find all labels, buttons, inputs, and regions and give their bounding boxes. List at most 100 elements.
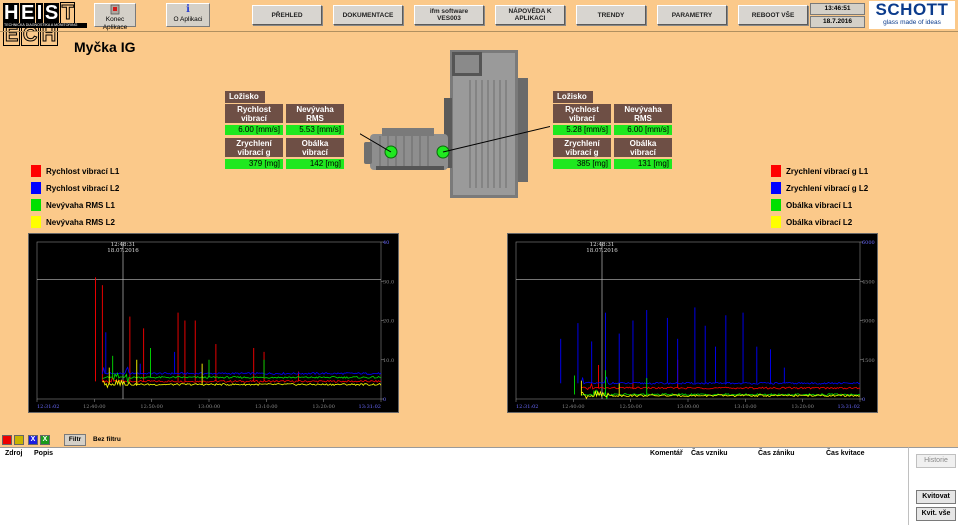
x-tick-label: 12:31:02 — [37, 404, 59, 410]
x-tick-label: 13:10:00 — [255, 404, 277, 410]
schott-logo: SCHOTT glass made of ideas — [869, 1, 955, 29]
bearing-2-unbalance-value: 6.00 [mm/s] — [614, 125, 672, 135]
bearing-2-envelope-value: 131 [mg] — [614, 159, 672, 169]
legend-item: Obálka vibrací L1 — [771, 198, 921, 215]
nav-reboot-button[interactable]: REBOOT VŠE — [738, 5, 808, 25]
x-tick-label: 13:31:02 — [838, 404, 860, 410]
x-tick-label: 13:20:00 — [791, 404, 813, 410]
col-header-ack-time[interactable]: Čas kvitace — [826, 450, 865, 457]
x-tick-label: 13:00:00 — [198, 404, 220, 410]
bearing-2-unbalance-label: Nevývaha RMS — [614, 104, 672, 123]
x-tick-label: 12:40:00 — [83, 404, 105, 410]
y-tick-label: 4500 — [862, 279, 875, 285]
x-tick-label: 13:31:02 — [359, 404, 381, 410]
alarm-table[interactable]: Zdroj Popis Komentář Čas vzniku Čas záni… — [0, 447, 908, 525]
legend-swatch — [31, 216, 41, 228]
bearing-2-velocity-label: Rychlost vibrací — [553, 104, 611, 123]
legend-item: Zrychlení vibrací g L1 — [771, 164, 921, 181]
bearing-1-unbalance-value: 5.53 [mm/s] — [286, 125, 344, 135]
legend-left: Rychlost vibrací L1 Rychlost vibrací L2 … — [31, 164, 181, 232]
bearing-1-envelope-label: Obálka vibrací — [286, 138, 344, 157]
clock-time: 13:46:51 — [810, 3, 865, 15]
y-tick-label: 20.0 — [383, 319, 394, 325]
legend-right: Zrychlení vibrací g L1 Zrychlení vibrací… — [771, 164, 921, 232]
page-title: Myčka IG — [74, 39, 136, 55]
legend-item: Rychlost vibrací L2 — [31, 181, 181, 198]
about-app-button[interactable]: i O Aplikaci — [166, 3, 210, 27]
bearing-1-acceleration-label: Zrychlení vibrací g — [225, 138, 283, 157]
nav-napoveda-button[interactable]: NÁPOVĚDA K APLIKACI — [495, 5, 565, 25]
bearing-2-panel: Ložisko 2 Rychlostvibrací NevývahaRMS 5.… — [553, 91, 675, 175]
exit-app-button[interactable]: Konec Aplikace — [94, 3, 136, 31]
nav-ifm-software-button[interactable]: ifm software VES003 — [414, 5, 484, 25]
heistech-logo: H E I S TE C H TECHNICKÁ DIAGNOSTIKA A MONITOR… — [3, 2, 87, 46]
y-tick-label: 10.0 — [383, 358, 394, 364]
trend-chart-velocity-plot: 40 30.0 20.0 10.0 0 12:31:02 12:40:00 12:50:00 1… — [36, 240, 394, 410]
fan-motor-illustration — [360, 50, 550, 198]
x-tick-label: 12:31:02 — [516, 404, 538, 410]
bearing-1-velocity-value: 6.00 [mm/s] — [225, 125, 283, 135]
top-toolbar: H E I S TE C H TECHNICKÁ DIAGNOSTIKA A MONITOR… — [0, 0, 958, 46]
filter-status: Bez filtru — [93, 436, 121, 443]
bearing-1-header: Ložisko 1 — [225, 91, 265, 113]
filter-alarm-blue-toggle[interactable]: X — [28, 435, 38, 445]
bearing-1-panel: Ložisko 1 Rychlostvibrací NevývahaRMS 6.… — [225, 91, 347, 175]
legend-item: Obálka vibrací L2 — [771, 215, 921, 232]
trend-chart-velocity[interactable]: 40 30.0 20.0 10.0 0 12:31:02 12:40:00 12:50:00 1… — [28, 233, 399, 413]
bearing-2-acceleration-value: 385 [mg] — [553, 159, 611, 169]
legend-swatch — [771, 182, 781, 194]
nav-prehled-button[interactable]: PŘEHLED — [252, 5, 322, 25]
acknowledge-all-button[interactable]: Kvit. vše — [916, 507, 956, 521]
bearing-2-velocity-value: 5.28 [mm/s] — [553, 125, 611, 135]
bearing-2-header: Ložisko 2 — [553, 91, 593, 113]
filter-alarm-green-toggle[interactable]: X — [40, 435, 50, 445]
x-tick-label: 13:20:00 — [312, 404, 334, 410]
nav-trendy-button[interactable]: TRENDY — [576, 5, 646, 25]
legend-swatch — [771, 165, 781, 177]
legend-swatch — [31, 165, 41, 177]
x-tick-label: 12:50:00 — [619, 404, 641, 410]
legend-swatch — [771, 199, 781, 211]
alarm-filter-bar: X X Filtr Bez filtru — [0, 433, 958, 446]
x-tick-label: 12:50:00 — [140, 404, 162, 410]
logo-subtitle: TECHNICKÁ DIAGNOSTIKA A MONITORING — [3, 23, 87, 28]
bearing-1-unbalance-label: Nevývaha RMS — [286, 104, 344, 123]
history-button[interactable]: Historie — [916, 454, 956, 468]
cursor-date: 18.07.2016 — [586, 248, 618, 254]
filter-alarm-yellow-toggle[interactable] — [14, 435, 24, 445]
legend-swatch — [771, 216, 781, 228]
y-tick-label: 0 — [383, 397, 386, 403]
x-tick-label: 13:10:00 — [734, 404, 756, 410]
y-tick-label: 0 — [862, 397, 865, 403]
x-tick-label: 12:40:00 — [562, 404, 584, 410]
info-icon: i — [186, 4, 190, 15]
logo-wordmark: H E I S TE C H — [3, 2, 76, 46]
nav-dokumentace-button[interactable]: DOKUMENTACE — [333, 5, 403, 25]
col-header-source[interactable]: Zdroj — [5, 450, 23, 457]
bearing-2-envelope-label: Obálka vibrací — [614, 138, 672, 157]
col-header-description[interactable]: Popis — [34, 450, 53, 457]
bearing-1-envelope-value: 142 [mg] — [286, 159, 344, 169]
col-header-comment[interactable]: Komentář — [650, 450, 683, 457]
x-tick-label: 13:00:00 — [677, 404, 699, 410]
legend-item: Zrychlení vibrací g L2 — [771, 181, 921, 198]
legend-item: Nevývaha RMS L1 — [31, 198, 181, 215]
legend-swatch — [31, 182, 41, 194]
y-tick-label: 40 — [383, 240, 389, 246]
toolbar-divider — [0, 31, 958, 32]
col-header-start-time[interactable]: Čas vzniku — [691, 450, 728, 457]
trend-chart-acceleration[interactable]: 6000 4500 3000 1500 0 12:31:02 12:40:00 12:50:0… — [507, 233, 878, 413]
col-header-end-time[interactable]: Čas zániku — [758, 450, 795, 457]
nav-parametry-button[interactable]: PARAMETRY — [657, 5, 727, 25]
y-tick-label: 6000 — [862, 240, 875, 246]
acknowledge-button[interactable]: Kvitovat — [916, 490, 956, 504]
exit-icon — [95, 4, 135, 16]
y-tick-label: 1500 — [862, 358, 875, 364]
legend-item: Nevývaha RMS L2 — [31, 215, 181, 232]
filter-alarm-red-toggle[interactable] — [2, 435, 12, 445]
filter-button[interactable]: Filtr — [64, 434, 86, 446]
cursor-date: 18.07.2016 — [107, 248, 139, 254]
y-tick-label: 3000 — [862, 319, 875, 325]
legend-item: Rychlost vibrací L1 — [31, 164, 181, 181]
trend-chart-acceleration-plot: 6000 4500 3000 1500 0 12:31:02 12:40:00 12:50:0… — [515, 240, 875, 410]
